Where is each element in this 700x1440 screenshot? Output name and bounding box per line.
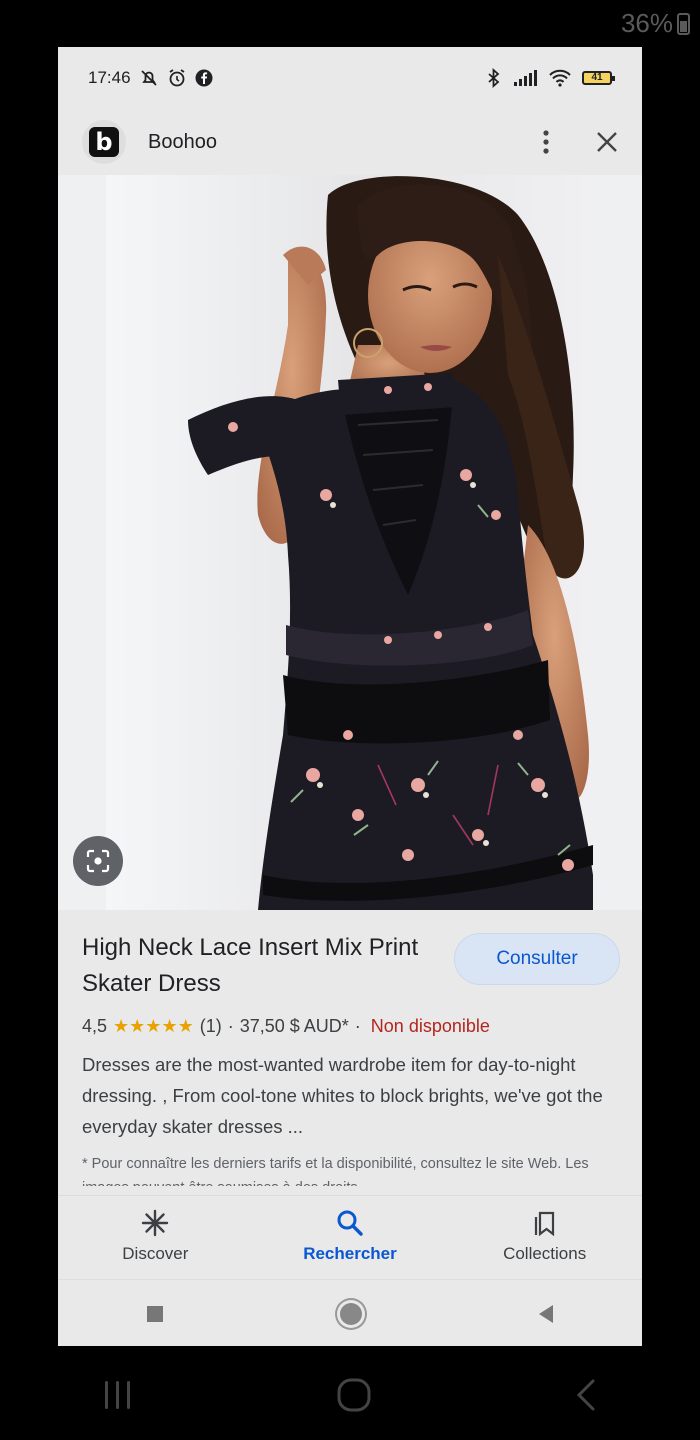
system-navigation <box>58 1279 642 1346</box>
phone-screen: 17:46 41 b Boohoo High Neck Lace Insert … <box>58 47 642 1346</box>
nav-collections[interactable]: Collections <box>465 1208 625 1264</box>
device-battery-percent: 36% <box>620 8 673 38</box>
status-time: 17:46 <box>88 68 131 87</box>
lens-button[interactable] <box>73 836 123 886</box>
product-info: High Neck Lace Insert Mix Print Skater D… <box>58 910 642 1186</box>
meta-separator: · <box>227 1016 234 1036</box>
signal-icon <box>512 69 538 87</box>
product-description: Dresses are the most-wanted wardrobe ite… <box>82 1054 603 1137</box>
device-battery: 36% <box>621 8 690 39</box>
price-footnote: * Pour connaître les derniers tarifs et … <box>82 1156 589 1186</box>
back-icon[interactable] <box>539 1304 554 1323</box>
lens-icon <box>86 849 110 873</box>
meta-separator-2: · <box>354 1016 361 1036</box>
device-back-icon[interactable] <box>573 1377 599 1413</box>
search-icon <box>337 1210 363 1236</box>
site-logo[interactable]: b <box>82 120 126 164</box>
bookmark-icon <box>534 1211 554 1237</box>
bluetooth-icon <box>486 68 502 88</box>
device-navigation <box>0 1365 700 1425</box>
recents-icon[interactable] <box>146 1305 163 1322</box>
recent-apps-icon[interactable] <box>101 1379 135 1411</box>
device-home-icon[interactable] <box>336 1377 372 1413</box>
battery-indicator: 41 <box>582 71 615 85</box>
product-price: 37,50 $ AUD* <box>239 1016 349 1036</box>
product-image[interactable] <box>58 175 642 910</box>
nav-collections-label: Collections <box>503 1244 587 1263</box>
nav-search-label: Rechercher <box>303 1244 397 1263</box>
product-photo <box>58 175 642 910</box>
facebook-icon <box>195 69 213 87</box>
alarm-icon <box>167 68 187 88</box>
availability-status: Non disponible <box>370 1016 490 1036</box>
home-icon[interactable] <box>339 1302 362 1325</box>
notifications-off-icon <box>139 68 159 88</box>
site-name: Boohoo <box>148 130 217 153</box>
wifi-icon <box>548 69 572 87</box>
rating-value: 4,5 <box>82 1016 108 1036</box>
rating-stars-icon: ★★★★★ <box>113 1016 194 1036</box>
product-title[interactable]: High Neck Lace Insert Mix Print Skater D… <box>82 930 422 1002</box>
product-meta: 4,5 ★★★★★ (1) · 37,50 $ AUD* · Non dispo… <box>82 1016 618 1037</box>
review-count: (1) <box>199 1016 222 1036</box>
bottom-navigation: Discover Rechercher Collections <box>58 1195 642 1276</box>
more-options-icon[interactable] <box>542 129 550 155</box>
site-logo-mark: b <box>89 127 119 157</box>
nav-discover[interactable]: Discover <box>75 1208 235 1264</box>
consult-button[interactable]: Consulter <box>454 933 620 985</box>
battery-icon <box>677 12 690 35</box>
status-bar: 17:46 41 <box>58 47 642 109</box>
nav-search[interactable]: Rechercher <box>270 1208 430 1264</box>
nav-discover-label: Discover <box>122 1244 189 1263</box>
app-bar: b Boohoo <box>58 109 642 175</box>
battery-level: 41 <box>591 72 603 83</box>
asterisk-icon <box>142 1209 169 1237</box>
close-icon[interactable] <box>596 131 618 153</box>
